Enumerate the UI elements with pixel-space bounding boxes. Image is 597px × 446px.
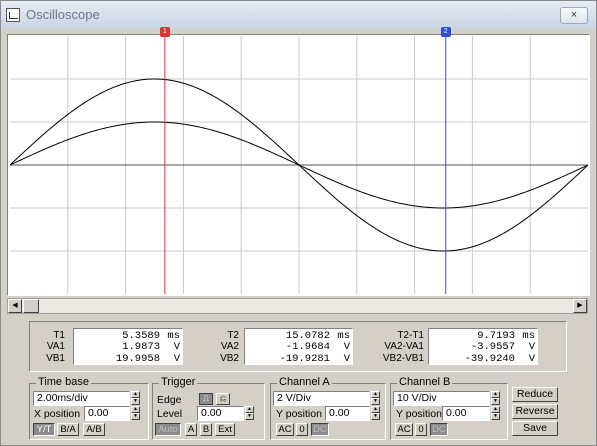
scope-screen <box>10 36 588 294</box>
channel-b-scale-field[interactable]: 10 V/Div <box>393 391 490 406</box>
dvb-unit: V <box>528 353 535 365</box>
channel-a-ypos-label: Y position <box>276 408 322 420</box>
channel-a-dc-button[interactable]: DC <box>311 423 329 436</box>
dva-value: -3.9557 <box>470 341 515 353</box>
timebase-xpos-label: X position <box>34 408 81 420</box>
trigger-level-field[interactable]: 0.00 <box>197 406 244 421</box>
t1-label: T1 <box>53 330 65 341</box>
vb2-label: VB2 <box>220 353 239 364</box>
trigger-edge-label: Edge <box>157 394 182 406</box>
trigger-b-button[interactable]: B <box>200 423 212 436</box>
channel-a-ypos-field[interactable]: 0.00 <box>325 406 370 421</box>
channel-b-ypos-spinner[interactable]: ▲ ▼ <box>491 406 500 421</box>
va1-label: VA1 <box>46 341 65 352</box>
channel-b-dc-button[interactable]: DC <box>430 423 448 436</box>
dvb-label: VB2-VB1 <box>382 353 424 364</box>
channel-a-ac-button[interactable]: AC <box>276 423 294 436</box>
mode-ab-button[interactable]: A/B <box>83 423 105 436</box>
trigger-group-label: Trigger <box>159 376 198 388</box>
channel-b-ypos-field[interactable]: 0.00 <box>442 406 490 421</box>
channel-b-ac-button[interactable]: AC <box>395 423 413 436</box>
close-button[interactable]: × <box>560 7 588 24</box>
t2-label: T2 <box>227 330 239 341</box>
trigger-level-label: Level <box>157 408 183 420</box>
channel-b-scale-spinner[interactable]: ▲ ▼ <box>491 391 500 406</box>
channel-b-group-label: Channel B <box>397 376 453 388</box>
title-bar[interactable]: Oscilloscope × <box>1 1 596 29</box>
dvb-value: -39.9240 <box>464 353 515 365</box>
vb1-unit: V <box>173 353 180 365</box>
vb1-label: VB1 <box>46 353 65 364</box>
channel-a-zero-button[interactable]: 0 <box>296 423 308 436</box>
vb2-value: -19.9281 <box>279 353 330 365</box>
timebase-group-label: Time base <box>36 376 91 388</box>
va2-value: -1.9684 <box>285 341 330 353</box>
channel-a-scale-spinner[interactable]: ▲ ▼ <box>371 391 380 406</box>
timebase-scale-spinner[interactable]: ▲ ▼ <box>131 391 140 406</box>
mode-ba-button[interactable]: B/A <box>57 423 79 436</box>
channel-a-ypos-spinner[interactable]: ▲ ▼ <box>371 406 380 421</box>
window-title: Oscilloscope <box>26 7 100 22</box>
dva-unit: V <box>528 341 535 353</box>
va2-label: VA2 <box>220 341 239 352</box>
dva-label: VA2-VA1 <box>384 341 424 352</box>
mode-yt-button[interactable]: Y/T <box>33 423 55 436</box>
trigger-ext-button[interactable]: Ext <box>215 423 235 436</box>
trigger-level-spinner[interactable]: ▲ ▼ <box>245 406 254 421</box>
vb1-value: 19.9958 <box>115 353 160 365</box>
oscilloscope-icon <box>6 8 20 22</box>
falling-edge-icon[interactable]: ⎌ <box>216 393 230 405</box>
va2-unit: V <box>343 341 350 353</box>
rising-edge-icon[interactable]: ⎍ <box>199 393 213 405</box>
channel-b-ypos-label: Y position <box>396 408 442 420</box>
va1-unit: V <box>173 341 180 353</box>
timebase-xpos-field[interactable]: 0.00 <box>84 406 130 421</box>
dt-label: T2-T1 <box>397 330 424 341</box>
reverse-button[interactable]: Reverse <box>512 404 558 419</box>
va1-value: 1.9873 <box>122 341 160 353</box>
save-button[interactable]: Save <box>512 421 558 436</box>
trigger-auto-button[interactable]: Auto <box>155 423 181 436</box>
cursor-1-handle-icon[interactable]: 1 <box>159 27 170 37</box>
cursor-2-handle-icon[interactable]: 2 <box>440 27 451 37</box>
scroll-thumb[interactable] <box>23 299 39 313</box>
reduce-button[interactable]: Reduce <box>512 387 558 402</box>
scroll-left-icon[interactable]: ◀ <box>8 299 22 313</box>
channel-b-zero-button[interactable]: 0 <box>415 423 427 436</box>
vb2-unit: V <box>343 353 350 365</box>
scroll-right-icon[interactable]: ▶ <box>573 299 587 313</box>
channel-a-scale-field[interactable]: 2 V/Div <box>273 391 370 406</box>
horizontal-scrollbar[interactable]: ◀ ▶ <box>7 298 588 314</box>
timebase-scale-field[interactable]: 2.00ms/div <box>33 391 130 406</box>
channel-a-group-label: Channel A <box>277 376 332 388</box>
trigger-a-button[interactable]: A <box>185 423 197 436</box>
timebase-xpos-spinner[interactable]: ▲ ▼ <box>131 406 140 421</box>
